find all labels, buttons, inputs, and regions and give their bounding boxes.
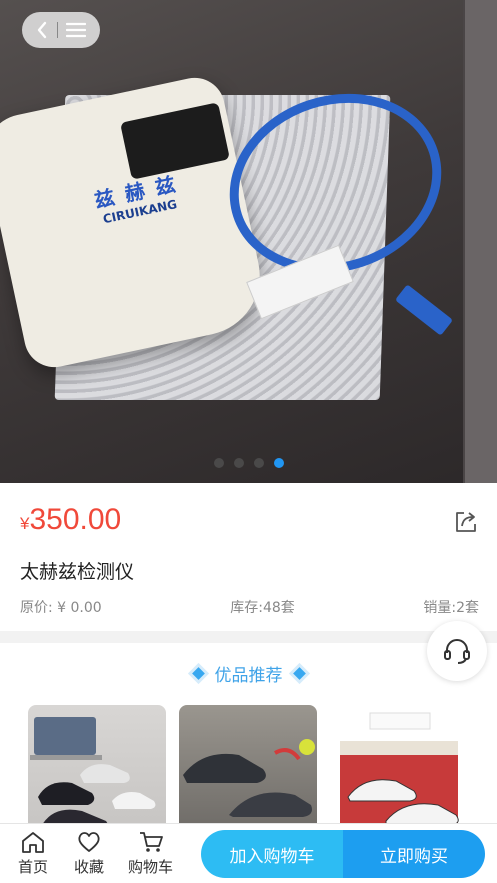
usb-plug [394,284,454,336]
recommend-list [28,705,468,823]
carousel-dot[interactable] [213,458,224,468]
nav-cart-label: 购物车 [128,858,174,876]
recommend-item[interactable] [28,705,166,823]
home-icon [22,832,44,853]
carousel-dot-active[interactable] [273,458,284,468]
price-value: 350.00 [29,503,122,536]
nav-capsule[interactable] [22,12,100,48]
carousel-indicators [0,458,497,468]
sneakers-laptop-image [30,717,156,823]
diamond-icon [292,667,306,680]
headset-icon [444,639,470,664]
recommend-title: 优品推荐 [214,666,283,686]
sales-count: 销量:2套 [423,600,479,616]
chevron-left-icon[interactable] [36,21,48,39]
carousel-dot[interactable] [233,458,244,468]
nav-cart[interactable]: 购物车 [128,830,173,877]
nav-home-label: 首页 [18,858,49,876]
nav-favorite-label: 收藏 [74,858,105,876]
recommend-item[interactable] [179,705,317,823]
mesh-shoes-image [183,739,315,817]
nav-home[interactable]: 首页 [18,830,48,877]
heart-icon [78,832,100,852]
product-meta: 原价: ¥ 0.00 库存:48套 销量:2套 [20,597,479,617]
add-to-cart-button[interactable]: 加入购物车 [201,830,343,878]
diamond-icon [191,667,205,680]
capsule-divider [56,22,58,38]
buy-now-button[interactable]: 立即购买 [343,830,485,878]
menu-icon[interactable] [66,22,86,38]
cart-icon [139,832,163,852]
product-info: ¥350.00 太赫兹检测仪 原价: ¥ 0.00 库存:48套 销量:2套 [0,483,497,631]
sneaker-box-image [340,712,459,823]
customer-service-button[interactable] [427,621,487,681]
product-title: 太赫兹检测仪 [20,561,135,583]
background-wall [463,0,497,483]
recommend-section: 优品推荐 [0,643,497,823]
share-icon[interactable] [453,509,479,535]
bottom-bar: 首页 收藏 购物车 加入购物车 立即购买 [0,823,497,883]
carousel-dot[interactable] [253,458,264,468]
nav-favorite[interactable]: 收藏 [74,830,104,877]
product-price: ¥350.00 [20,503,121,537]
stock-count: 库存:48套 [230,600,295,616]
recommend-item[interactable] [330,705,468,823]
original-price: 原价: ¥ 0.00 [20,600,102,616]
recommend-header: 优品推荐 [0,661,497,686]
product-image-carousel[interactable]: 兹 赫 兹 CIRUIKANG [0,0,497,483]
